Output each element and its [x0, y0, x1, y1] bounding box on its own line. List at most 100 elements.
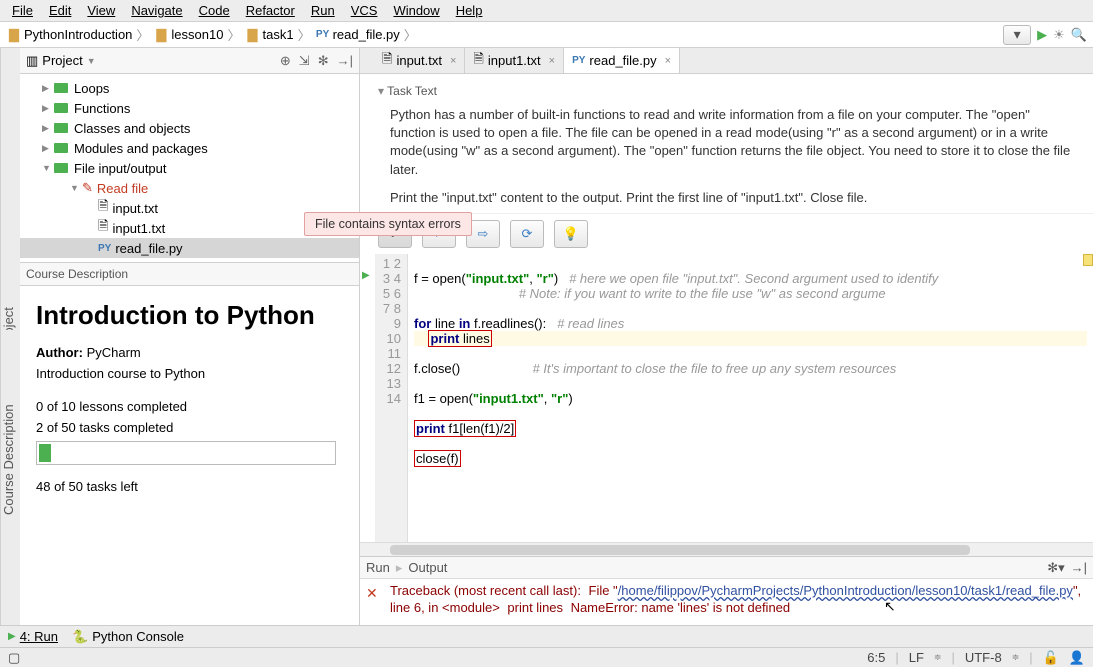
text-file-icon: 🗎 [98, 197, 108, 219]
menu-help[interactable]: Help [448, 1, 491, 20]
line-separator[interactable]: LF [909, 650, 924, 665]
tasks-left: 48 of 50 tasks left [36, 479, 343, 494]
python-console-icon: 🐍 [72, 629, 88, 645]
lessons-completed: 0 of 10 lessons completed [36, 399, 343, 414]
lesson-icon [54, 83, 68, 93]
traceback-file-link[interactable]: /home/filippov/PycharmProjects/PythonInt… [618, 583, 1073, 598]
lock-icon[interactable]: 🔓 [1043, 650, 1059, 666]
run-config-dropdown[interactable]: ▾ [1003, 25, 1031, 45]
menu-run[interactable]: Run [303, 1, 343, 20]
task-text-panel: Task Text Python has a number of built-i… [360, 74, 1093, 213]
lesson-icon [54, 103, 68, 113]
course-title: Introduction to Python [36, 300, 343, 331]
menu-code[interactable]: Code [191, 1, 238, 20]
task-paragraph-1: Python has a number of built-in function… [390, 106, 1075, 179]
output-tab[interactable]: Output [408, 560, 447, 575]
code-editor[interactable]: ▶ 1 2 3 4 5 6 7 8 9 10 11 12 13 14 f = o… [360, 254, 1093, 542]
tab-input-txt[interactable]: 🗎input.txt× [374, 48, 465, 73]
traceback-error-line: NameError: name 'lines' is not defined [571, 600, 791, 615]
close-icon[interactable]: × [549, 55, 555, 67]
code-content[interactable]: f = open("input.txt", "r") # here we ope… [408, 254, 1093, 542]
tool-window-python-console[interactable]: 🐍Python Console [72, 629, 184, 645]
cursor-position[interactable]: 6:5 [867, 650, 885, 665]
breadcrumb-sep-icon: 〉 [136, 25, 149, 44]
breadcrumb-lesson[interactable]: lesson10 [171, 27, 223, 42]
refresh-icon: ⟳ [522, 226, 533, 242]
menu-navigate[interactable]: Navigate [123, 1, 190, 20]
editor-area: 🗎input.txt× 🗎input1.txt× PYread_file.py×… [360, 48, 1093, 625]
hide-icon[interactable]: →| [1071, 560, 1087, 576]
inspection-icon[interactable]: 👤 [1069, 650, 1085, 666]
bulb-icon: 💡 [563, 226, 579, 242]
project-panel-title[interactable]: Project [42, 53, 82, 68]
menu-edit[interactable]: Edit [41, 1, 79, 20]
search-icon[interactable]: 🔍 [1071, 27, 1087, 43]
tab-input1-txt[interactable]: 🗎input1.txt× [465, 48, 564, 73]
breadcrumb-project[interactable]: PythonIntroduction [24, 27, 132, 42]
lesson-icon [54, 143, 68, 153]
dropdown-icon[interactable]: ▼ [87, 56, 96, 66]
horizontal-scrollbar[interactable] [360, 542, 1093, 556]
menu-bar: File Edit View Navigate Code Refactor Ru… [0, 0, 1093, 22]
close-icon[interactable]: ✕ [366, 585, 384, 602]
menu-view[interactable]: View [79, 1, 123, 20]
menu-file[interactable]: File [4, 1, 41, 20]
python-file-icon: PY [98, 243, 111, 254]
task-icon: ✎ [82, 180, 93, 196]
error-stripe-warning[interactable] [1083, 254, 1093, 266]
run-button-icon[interactable]: ▶ [1037, 27, 1047, 43]
tree-node-readfile[interactable]: ▼✎Read file [20, 178, 359, 198]
run-tool-window: Run ▸ Output ✻▾ →| ✕ Traceback (most rec… [360, 556, 1093, 625]
tree-node-functions[interactable]: ▶Functions [20, 98, 359, 118]
gear-icon[interactable]: ✻▾ [1047, 560, 1064, 576]
gear-icon[interactable]: ✻ [318, 53, 329, 69]
breadcrumb-sep-icon: 〉 [404, 25, 417, 44]
menu-vcs[interactable]: VCS [343, 1, 386, 20]
tasks-completed: 2 of 50 tasks completed [36, 420, 343, 435]
tree-node-modules[interactable]: ▶Modules and packages [20, 138, 359, 158]
breadcrumb-task[interactable]: task1 [262, 27, 293, 42]
run-tab[interactable]: Run [366, 560, 390, 575]
tree-node-read-file-py[interactable]: PYread_file.py [20, 238, 359, 258]
tree-node-loops[interactable]: ▶Loops [20, 78, 359, 98]
traceback-code-line: print lines [507, 600, 563, 615]
menu-window[interactable]: Window [385, 1, 447, 20]
progress-fill [39, 444, 51, 462]
folder-icon: ▇ [153, 27, 169, 43]
scrollbar-thumb[interactable] [390, 545, 970, 555]
file-encoding[interactable]: UTF-8 [965, 650, 1002, 665]
chevron-icon: ≑ [934, 652, 942, 663]
separator-icon: ▸ [396, 560, 403, 576]
tool-window-run[interactable]: ▶4: Run [8, 629, 58, 644]
line-number-gutter: 1 2 3 4 5 6 7 8 9 10 11 12 13 14 [376, 254, 408, 542]
run-line-icon[interactable]: ▶ [362, 270, 375, 281]
close-icon[interactable]: × [450, 55, 456, 67]
breadcrumb-file[interactable]: read_file.py [333, 27, 400, 42]
collapse-all-icon[interactable]: ⇲ [299, 53, 310, 69]
project-view-icon: ▥ [26, 53, 38, 69]
breadcrumb-sep-icon: 〉 [298, 25, 311, 44]
run-panel-header: Run ▸ Output ✻▾ →| [360, 557, 1093, 579]
console-output[interactable]: Traceback (most recent call last): File … [390, 579, 1093, 625]
tree-node-fileio[interactable]: ▼File input/output [20, 158, 359, 178]
scroll-from-source-icon[interactable]: ⊕ [280, 53, 291, 69]
arrow-right-icon: ⇨ [478, 226, 489, 242]
tab-read-file-py[interactable]: PYread_file.py× [564, 48, 680, 73]
python-file-icon: PY [572, 55, 585, 66]
status-icon[interactable]: ▢ [8, 650, 20, 666]
tree-node-classes[interactable]: ▶Classes and objects [20, 118, 359, 138]
task-paragraph-2: Print the "input.txt" content to the out… [390, 189, 1075, 207]
hint-button[interactable]: 💡 [554, 220, 588, 248]
run-gutter: ▶ [360, 254, 376, 542]
menu-refactor[interactable]: Refactor [238, 1, 303, 20]
navigation-bar: ▇ PythonIntroduction 〉 ▇ lesson10 〉 ▇ ta… [0, 22, 1093, 48]
close-icon[interactable]: × [665, 55, 671, 67]
python-file-icon: PY [315, 27, 331, 43]
refresh-task-button[interactable]: ⟳ [510, 220, 544, 248]
task-text-header[interactable]: Task Text [378, 84, 1075, 98]
text-file-icon: 🗎 [382, 50, 392, 72]
update-icon[interactable]: ☀ [1053, 27, 1065, 43]
hide-icon[interactable]: →| [337, 53, 353, 69]
left-tool-strip-2[interactable]: Course Description [0, 330, 20, 590]
course-description-tool-tab[interactable]: Course Description [1, 405, 16, 516]
